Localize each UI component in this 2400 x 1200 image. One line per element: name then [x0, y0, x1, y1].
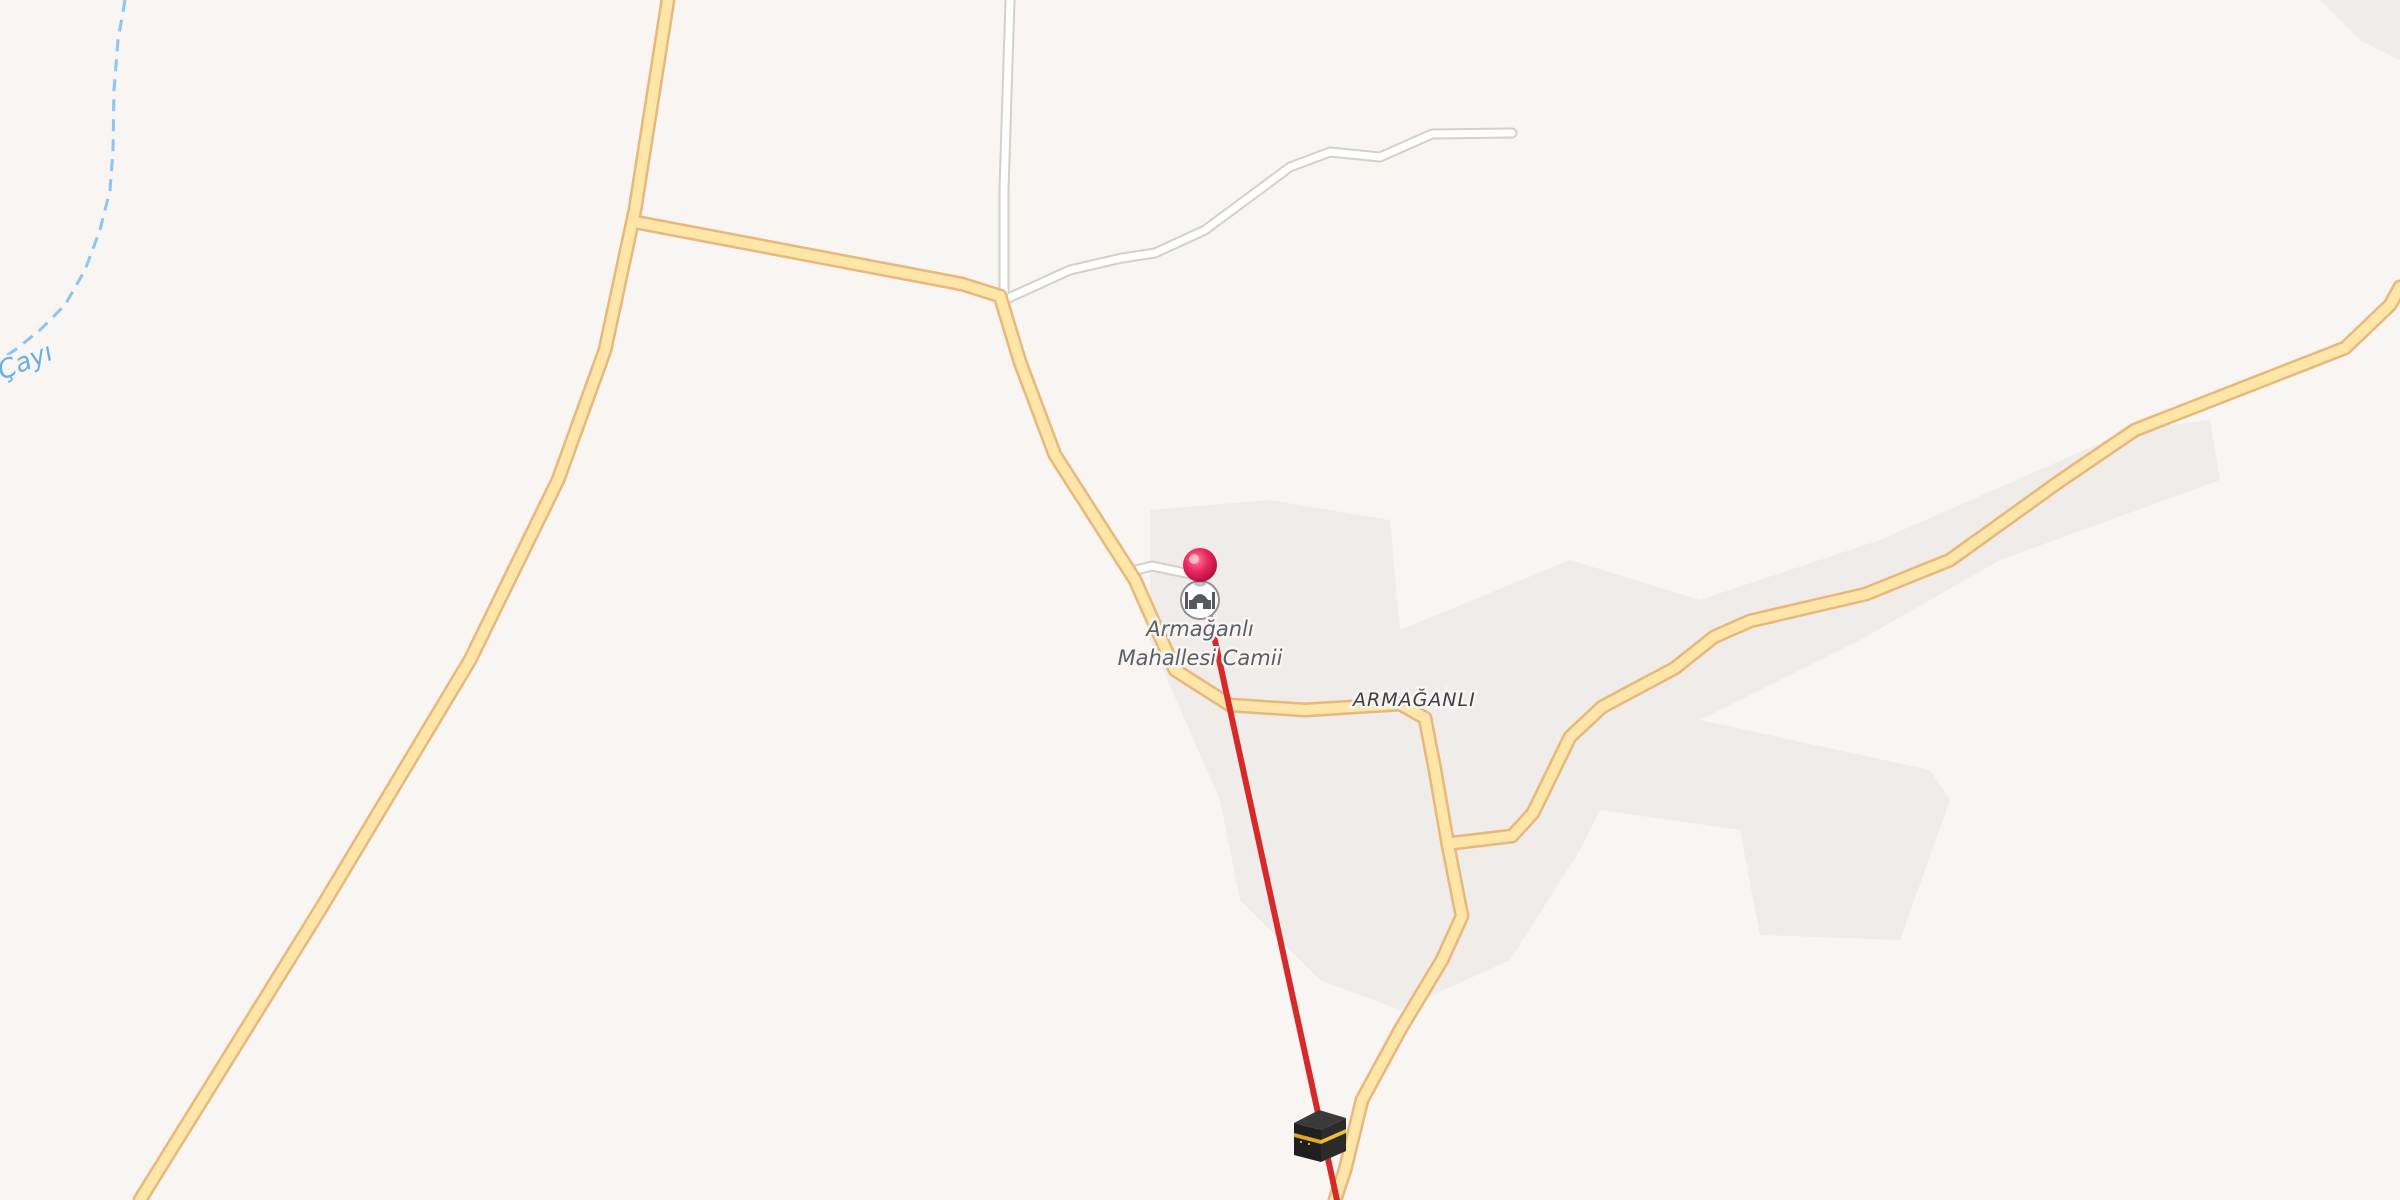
mosque-icon[interactable] — [1180, 580, 1220, 620]
map-view[interactable]: Çayı Armağanlı Mahallesi Camii ARMAĞANLI — [0, 0, 2400, 1200]
poi-name-line2: Mahallesi Camii — [1118, 646, 1283, 670]
locality-label: ARMAĞANLI — [1351, 687, 1476, 711]
poi-name-line1: Armağanlı — [1144, 617, 1254, 641]
map-canvas[interactable]: Çayı Armağanlı Mahallesi Camii ARMAĞANLI — [0, 0, 2400, 1200]
